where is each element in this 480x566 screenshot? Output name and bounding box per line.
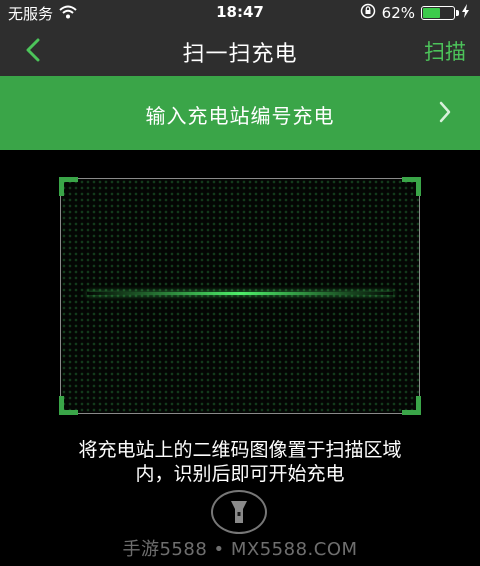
battery-percent: 62% [381,4,415,22]
scan-line [87,292,393,295]
scan-corner-bottom-left [59,396,78,415]
charging-bolt-icon [461,4,470,22]
battery-fill [423,8,440,18]
scan-area [59,177,421,415]
flashlight-icon [231,501,247,523]
battery-icon [421,6,459,20]
nav-bar: 扫一扫充电 扫描 [0,24,480,76]
status-bar: 无服务 18:47 62% [0,0,480,24]
scan-corner-top-right [402,177,421,196]
rotation-lock-icon [360,3,376,23]
flashlight-button[interactable] [211,490,267,534]
page-title: 扫一扫充电 [182,42,298,67]
scan-button[interactable]: 扫描 [424,36,466,66]
watermark: 手游5588 • MX5588.COM [122,539,358,560]
chevron-right-icon [439,101,451,123]
enter-station-number-button[interactable]: 输入充电站编号充电 [0,76,480,150]
entry-label: 输入充电站编号充电 [145,104,335,128]
instruction-line-1: 将充电站上的二维码图像置于扫描区域 [78,439,402,461]
scan-instruction: 将充电站上的二维码图像置于扫描区域 内，识别后即可开始充电 [30,438,450,486]
scan-corner-bottom-right [402,396,421,415]
scan-corner-top-left [59,177,78,196]
instruction-line-2: 内，识别后即可开始充电 [135,463,345,485]
status-right: 62% [360,3,470,23]
